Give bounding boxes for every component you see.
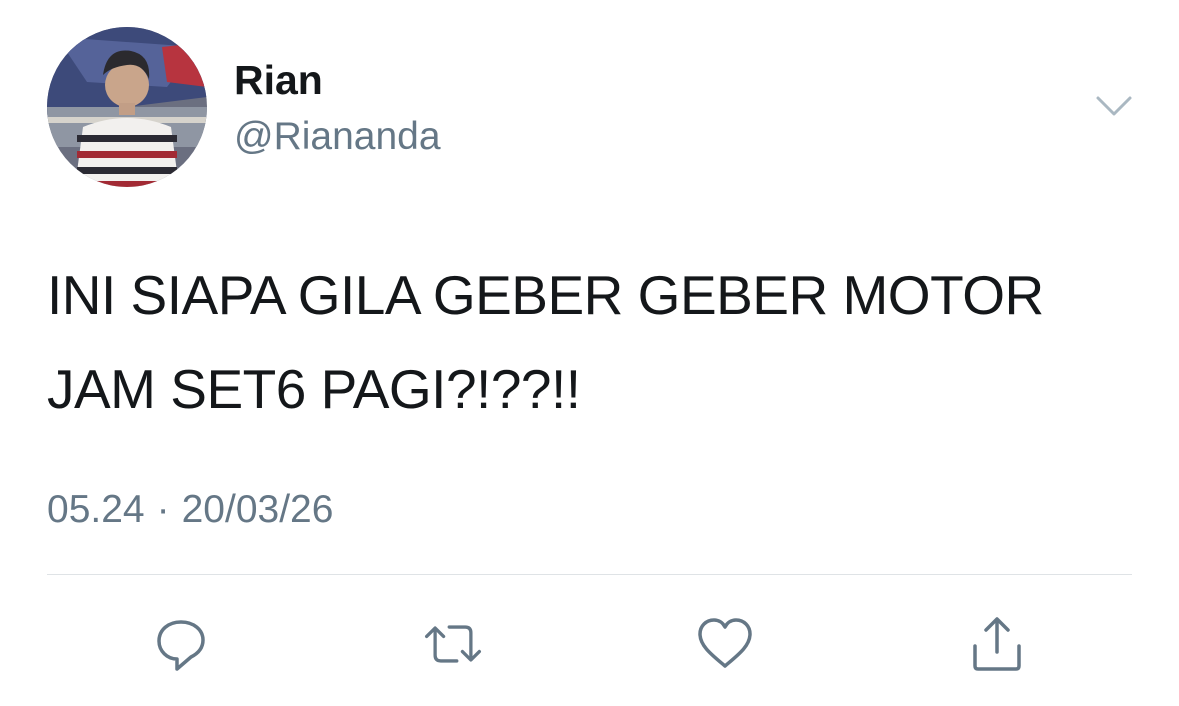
- tweet-text-line: INI SIAPA GILA GEBER GEBER MOTOR: [47, 264, 1044, 326]
- retweet-icon: [425, 625, 481, 663]
- tweet-text: INI SIAPA GILA GEBER GEBER MOTOR JAM SET…: [47, 248, 1147, 436]
- tweet-date: 20/03/26: [181, 488, 334, 531]
- user-handle[interactable]: @Riananda: [234, 114, 441, 160]
- tweet-card: Rian @Riananda INI SIAPA GILA GEBER GEBE…: [0, 0, 1179, 706]
- reply-icon: [157, 620, 205, 671]
- like-button[interactable]: [693, 612, 757, 676]
- tweet-timestamp[interactable]: 05.24 · 20/03/26: [47, 486, 333, 534]
- display-name[interactable]: Rian: [234, 56, 323, 104]
- chevron-down-icon[interactable]: [1094, 92, 1134, 120]
- avatar[interactable]: [47, 27, 207, 187]
- divider: [47, 574, 1132, 575]
- tweet-time: 05.24: [47, 488, 145, 531]
- reply-button[interactable]: [149, 612, 213, 676]
- share-button[interactable]: [965, 612, 1029, 676]
- heart-icon: [698, 618, 752, 668]
- tweet-text-line: JAM SET6 PAGI?!??!!: [47, 358, 581, 420]
- avatar-image: [47, 27, 207, 187]
- share-icon: [973, 617, 1021, 671]
- timestamp-separator: ·: [156, 488, 170, 531]
- retweet-button[interactable]: [421, 612, 485, 676]
